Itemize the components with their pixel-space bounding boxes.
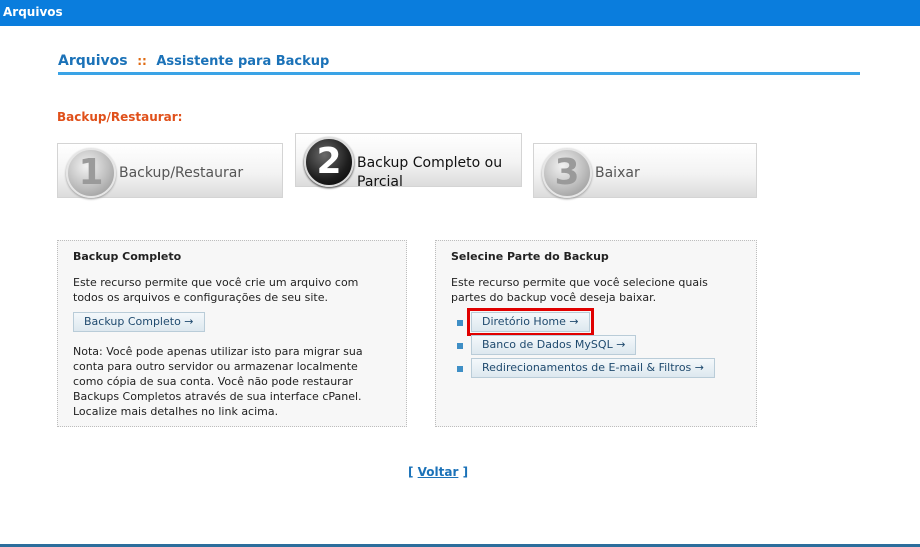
step-number-1-icon: 1 (66, 148, 116, 198)
step-backup-completo-parcial[interactable]: 2 Backup Completo ou Parcial (295, 133, 522, 190)
bullet-icon (457, 320, 463, 326)
bullet-icon (457, 343, 463, 349)
panel-note: Nota: Você pode apenas utilizar isto par… (73, 345, 363, 418)
page-subtitle: Assistente para Backup (156, 54, 330, 69)
step-label: Baixar (595, 165, 640, 181)
home-directory-button[interactable]: Diretório Home → (467, 308, 594, 336)
list-item: Banco de Dados MySQL → (451, 335, 741, 358)
window-title: Arquivos (3, 5, 63, 19)
window-title-bar: Arquivos (0, 0, 920, 26)
mysql-database-button[interactable]: Banco de Dados MySQL → (471, 335, 637, 355)
section-label: Backup/Restaurar: (57, 110, 183, 124)
step-label: Backup/Restaurar (119, 165, 244, 181)
bracket-open: [ (407, 465, 414, 479)
list-item: Diretório Home → (451, 308, 741, 336)
panel-description: Este recurso permite que você selecione … (451, 276, 708, 304)
back-link[interactable]: Voltar (418, 465, 459, 479)
step-number-2-icon: 2 (304, 137, 354, 187)
email-forwarders-filters-button[interactable]: Redirecionamentos de E-mail & Filtros → (471, 358, 715, 378)
step-baixar[interactable]: 3 Baixar (533, 143, 757, 198)
bullet-icon (457, 366, 463, 372)
step-label: Backup Completo ou Parcial (357, 155, 503, 190)
full-backup-button[interactable]: Backup Completo → (73, 312, 205, 332)
partial-backup-panel: Selecine Parte do Backup Este recurso pe… (435, 240, 757, 427)
list-item: Redirecionamentos de E-mail & Filtros → (451, 358, 741, 381)
step-backup-restaurar[interactable]: 1 Backup/Restaurar (57, 143, 283, 198)
bracket-close: ] (462, 465, 469, 479)
full-backup-panel: Backup Completo Este recurso permite que… (57, 240, 407, 427)
page-header: Arquivos :: Assistente para Backup (58, 50, 860, 75)
panel-title: Selecine Parte do Backup (451, 250, 609, 263)
page-title: Arquivos (58, 53, 128, 69)
panel-description: Este recurso permite que você crie um ar… (73, 276, 359, 304)
partial-backup-options: Diretório Home → Banco de Dados MySQL → … (451, 308, 741, 381)
back-link-container: [ Voltar ] (0, 465, 876, 479)
panel-title: Backup Completo (73, 250, 182, 263)
breadcrumb-separator: :: (137, 54, 147, 68)
step-number-3-icon: 3 (542, 148, 592, 198)
